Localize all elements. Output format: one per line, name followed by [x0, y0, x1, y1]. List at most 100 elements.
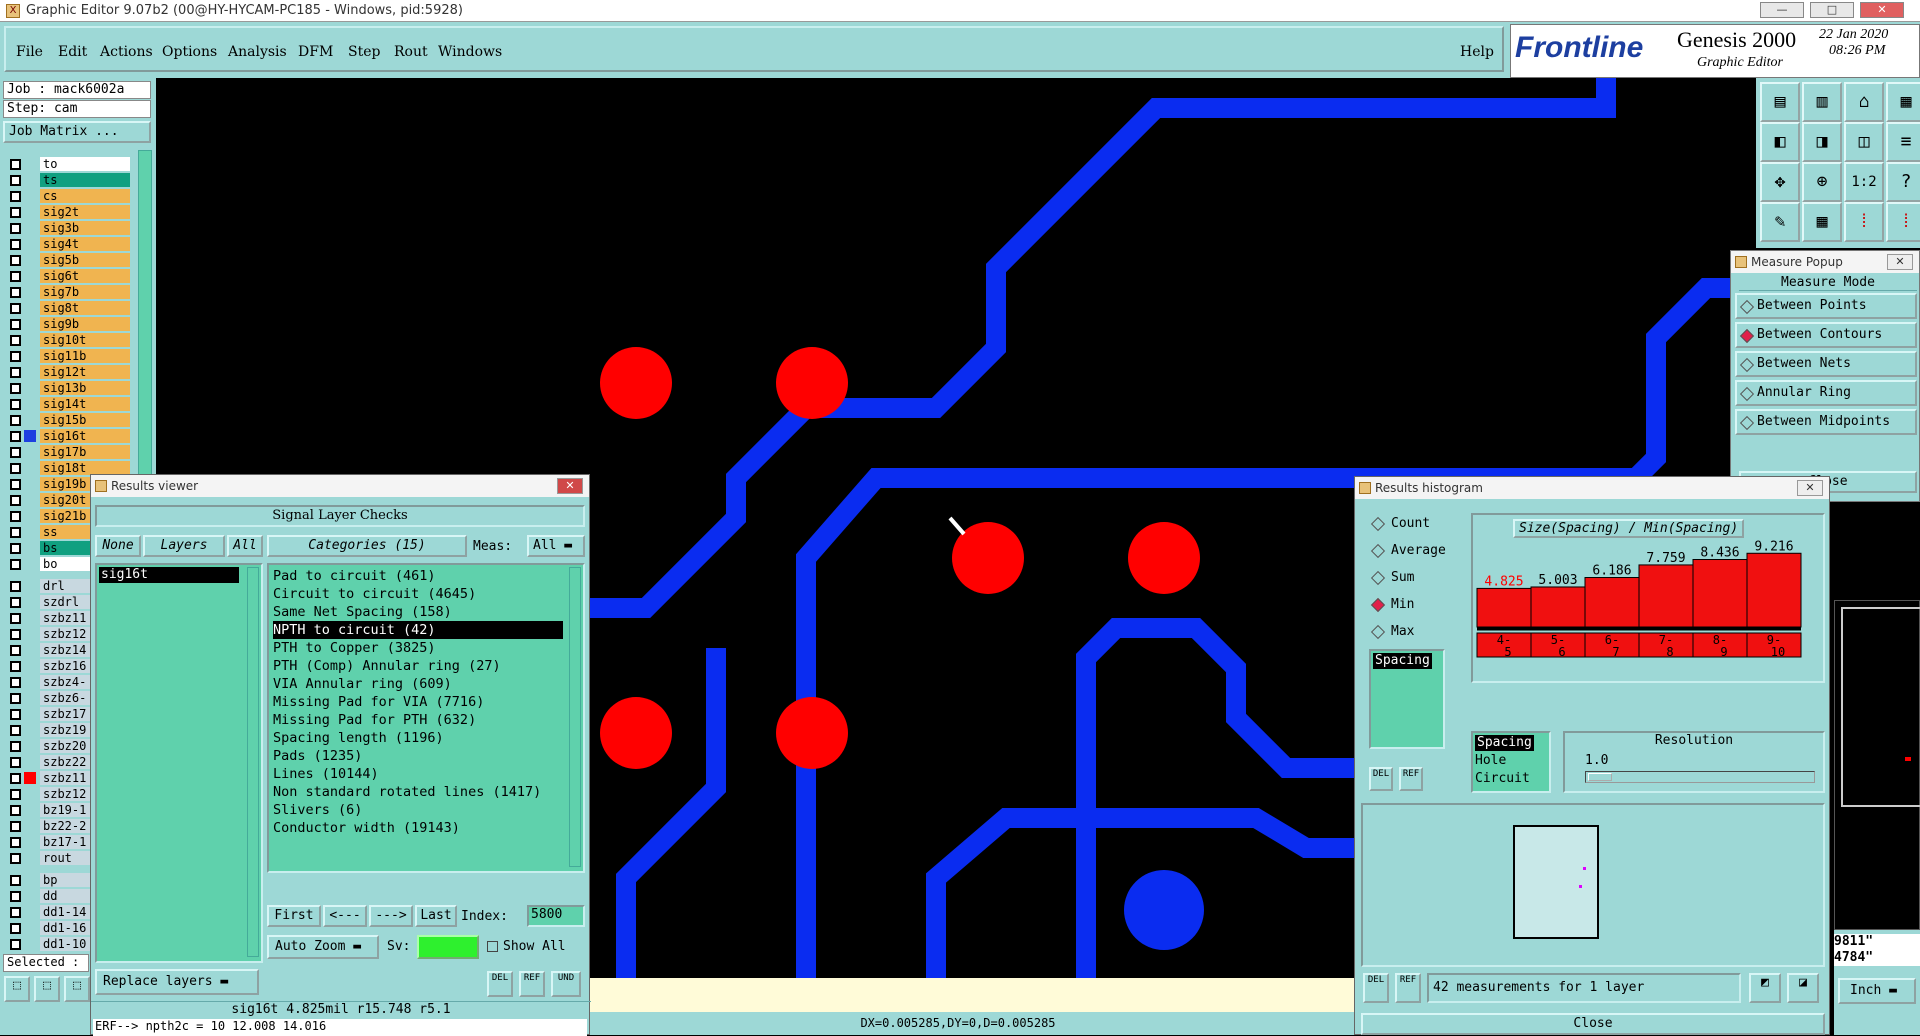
resolution-slider-thumb[interactable]: [1588, 773, 1612, 781]
select-tool-icon[interactable]: ⬚: [4, 976, 30, 1002]
layer-row[interactable]: sig8t: [6, 300, 130, 316]
menu-options[interactable]: Options: [162, 44, 217, 60]
undo-icon[interactable]: UND: [551, 971, 581, 997]
layer-name[interactable]: sig17b: [40, 445, 130, 459]
layer-checkbox[interactable]: [10, 479, 21, 490]
grid-view-icon[interactable]: ▦: [1802, 202, 1842, 242]
layer-checkbox[interactable]: [10, 175, 21, 186]
menu-analysis[interactable]: Analysis: [228, 44, 287, 60]
layer-checkbox[interactable]: [10, 399, 21, 410]
layer-row[interactable]: sig13b: [6, 380, 130, 396]
layer-list-scrollbar[interactable]: [247, 567, 259, 957]
measure-mode-option[interactable]: Between Nets: [1735, 351, 1917, 377]
menu-actions[interactable]: Actions: [100, 44, 153, 60]
layer-name[interactable]: ts: [40, 173, 130, 187]
layer-name[interactable]: sig4t: [40, 237, 130, 251]
menu-file[interactable]: File: [16, 44, 43, 60]
histogram-bar[interactable]: [1530, 586, 1586, 628]
layer-checkbox[interactable]: [10, 875, 21, 886]
category-item[interactable]: Pad to circuit (461): [273, 567, 436, 585]
layer-checkbox[interactable]: [10, 741, 21, 752]
category-item[interactable]: Lines (10144): [273, 765, 379, 783]
minimize-button[interactable]: —: [1760, 2, 1804, 18]
units-dropdown[interactable]: Inch ▬: [1838, 978, 1916, 1004]
layer-name[interactable]: sig13b: [40, 381, 130, 395]
index-input[interactable]: 5800: [527, 905, 585, 927]
layer-checkbox[interactable]: [10, 463, 21, 474]
menu-step[interactable]: Step: [348, 44, 380, 60]
layer-checkbox[interactable]: [10, 255, 21, 266]
fit-icon[interactable]: ✥: [1760, 162, 1800, 202]
radio-indicator[interactable]: [1739, 357, 1755, 373]
layer-up-icon[interactable]: ⁞: [1844, 202, 1884, 242]
menu-help[interactable]: Help: [1460, 44, 1494, 60]
edit-tool-icon[interactable]: ⬚: [34, 976, 60, 1002]
layer-checkbox[interactable]: [10, 789, 21, 800]
replace-layers-dropdown[interactable]: Replace layers ▬: [95, 969, 259, 995]
export-icon[interactable]: ◩: [1749, 973, 1781, 1003]
layer-name[interactable]: sig8t: [40, 301, 130, 315]
radio-indicator[interactable]: [1739, 415, 1755, 431]
layer-checkbox[interactable]: [10, 159, 21, 170]
layer-checkbox[interactable]: [10, 383, 21, 394]
layer-row[interactable]: sig11b: [6, 348, 130, 364]
menu-windows[interactable]: Windows: [438, 44, 502, 60]
layer-checkbox[interactable]: [10, 207, 21, 218]
categories-button[interactable]: Categories (15): [267, 535, 467, 557]
category-item[interactable]: NPTH to circuit (42): [273, 621, 563, 639]
histogram-bar[interactable]: [1476, 587, 1532, 628]
layer-name[interactable]: sig6t: [40, 269, 130, 283]
layer-name[interactable]: sig14t: [40, 397, 130, 411]
lines-icon[interactable]: ≡: [1886, 122, 1920, 162]
layer-row[interactable]: to: [6, 156, 130, 172]
results-viewer-close-icon[interactable]: ✕: [557, 478, 583, 494]
histogram-mode-option[interactable]: Count: [1367, 513, 1447, 535]
last-button[interactable]: Last: [415, 905, 457, 927]
layer-checkbox[interactable]: [10, 351, 21, 362]
layer-name[interactable]: sig10t: [40, 333, 130, 347]
layer-down-icon[interactable]: ⁞: [1886, 202, 1920, 242]
menu-edit[interactable]: Edit: [58, 44, 87, 60]
measure-mode-option[interactable]: Annular Ring: [1735, 380, 1917, 406]
radio-indicator[interactable]: [1739, 299, 1755, 315]
save-icon[interactable]: ▥: [1802, 82, 1842, 122]
layer-row[interactable]: ts: [6, 172, 130, 188]
layer-checkbox[interactable]: [10, 677, 21, 688]
layer-name[interactable]: sig9b: [40, 317, 130, 331]
category-item[interactable]: Pads (1235): [273, 747, 362, 765]
layer-checkbox[interactable]: [10, 319, 21, 330]
auto-zoom-dropdown[interactable]: Auto Zoom ▬: [267, 935, 379, 959]
radio-indicator[interactable]: [1370, 570, 1386, 586]
measure-mode-option[interactable]: Between Contours: [1735, 322, 1917, 348]
layer-row[interactable]: sig16t: [6, 428, 130, 444]
layer-checkbox[interactable]: [10, 287, 21, 298]
layer-name[interactable]: sig2t: [40, 205, 130, 219]
layer-checkbox[interactable]: [10, 709, 21, 720]
zoom-tool-icon[interactable]: ⬚: [64, 976, 90, 1002]
sv-color-dropdown[interactable]: [417, 935, 479, 959]
category-item[interactable]: Non standard rotated lines (1417): [273, 783, 541, 801]
none-button[interactable]: None: [95, 535, 141, 557]
layer-row[interactable]: sig4t: [6, 236, 130, 252]
center-icon[interactable]: ⊕: [1802, 162, 1842, 202]
histogram-mode-option[interactable]: Average: [1367, 540, 1447, 562]
layer-checkbox[interactable]: [10, 693, 21, 704]
category-item[interactable]: PTH (Comp) Annular ring (27): [273, 657, 501, 675]
layer-checkbox[interactable]: [10, 645, 21, 656]
histogram-mode-option[interactable]: Min: [1367, 594, 1447, 616]
layer-row[interactable]: sig15b: [6, 412, 130, 428]
layer-checkbox[interactable]: [10, 527, 21, 538]
radio-indicator[interactable]: [1370, 543, 1386, 559]
prev-button[interactable]: <---: [323, 905, 367, 927]
layer-checkbox[interactable]: [10, 805, 21, 816]
histogram-bar[interactable]: [1692, 559, 1748, 628]
report-icon[interactable]: ◪: [1787, 973, 1819, 1003]
layer-checkbox[interactable]: [10, 661, 21, 672]
mirror-icon[interactable]: ◫: [1844, 122, 1884, 162]
layer-checkbox[interactable]: [10, 853, 21, 864]
radio-indicator[interactable]: [1370, 516, 1386, 532]
footer-ref-icon[interactable]: REF: [1395, 973, 1421, 1003]
layer-checkbox[interactable]: [10, 923, 21, 934]
measure-close-icon[interactable]: ✕: [1887, 254, 1913, 270]
list2-item-spacing[interactable]: Spacing: [1475, 735, 1534, 751]
